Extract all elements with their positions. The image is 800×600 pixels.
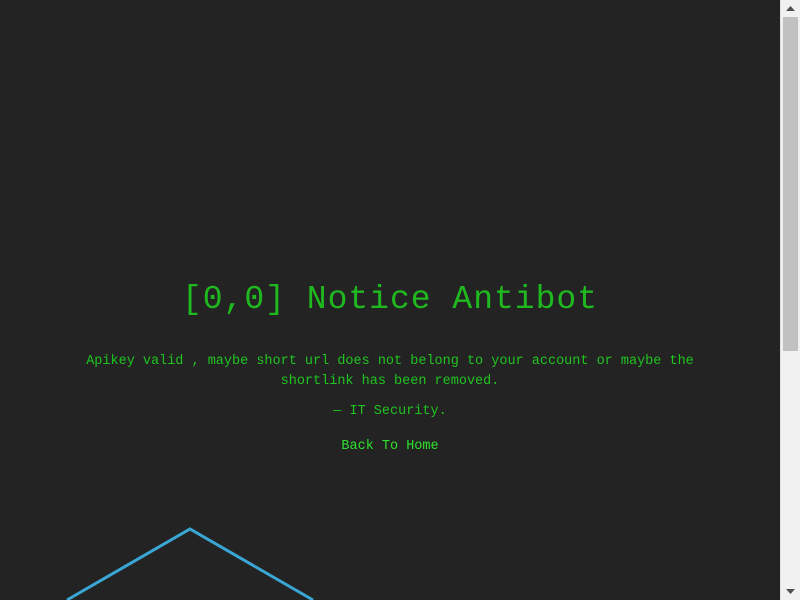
triangle-outline	[66, 527, 314, 600]
arrow-down-icon	[786, 588, 795, 594]
page-title: [0,0] Notice Antibot	[181, 281, 599, 318]
notice-message: Apikey valid , maybe short url does not …	[86, 354, 694, 389]
back-to-home-link[interactable]: Back To Home	[0, 437, 780, 457]
scrollbar-thumb[interactable]	[783, 17, 798, 351]
scroll-down-button[interactable]	[781, 583, 800, 600]
arrow-up-icon	[786, 5, 795, 11]
scroll-up-button[interactable]	[781, 0, 800, 17]
signature-text: — IT Security.	[333, 404, 447, 419]
vertical-scrollbar[interactable]	[780, 0, 800, 600]
page-viewport: [0,0] Notice Antibot Apikey valid , mayb…	[0, 0, 780, 600]
